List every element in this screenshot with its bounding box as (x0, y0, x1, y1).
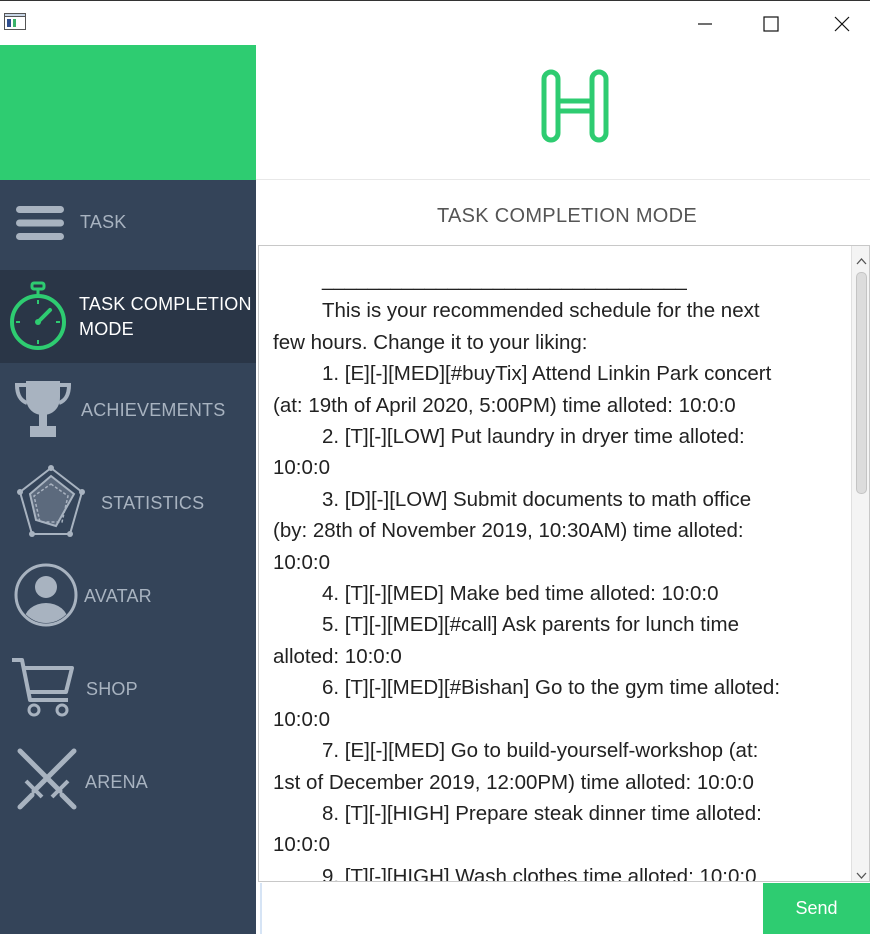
h-logo-icon (541, 69, 609, 148)
output-line-text: 5. [T][-][MED][#call] Ask parents for lu… (322, 613, 739, 637)
output-line-text: (at: 19th of April 2020, 5:00PM) time al… (273, 393, 736, 417)
page-title: TASK COMPLETION MODE (436, 205, 698, 227)
output-line: 10:0:0 (273, 452, 833, 483)
sidebar-item-avatar[interactable]: AVATAR (0, 549, 256, 642)
output-line: 4. [T][-][MED] Make bed time alloted: 10… (273, 578, 833, 609)
shopping-cart-icon (10, 654, 76, 720)
sidebar-item-achievements[interactable]: ACHIEVEMENTS (0, 363, 256, 456)
output-line: 8. [T][-][HIGH] Prepare steak dinner tim… (273, 798, 833, 829)
maximize-icon (763, 15, 779, 32)
output-line-text: 10:0:0 (273, 456, 330, 480)
output-line: 10:0:0 (273, 547, 833, 578)
close-button[interactable] (817, 1, 867, 46)
output-line: ________________________________ (273, 264, 833, 295)
output-line-text: 1. [E][-][MED][#buyTix] Attend Linkin Pa… (322, 362, 772, 386)
output-line-text: This is your recommended schedule for th… (322, 299, 760, 323)
output-panel[interactable]: ________________________________ This is … (258, 245, 870, 882)
trophy-icon (14, 379, 72, 439)
sidebar-item-task[interactable]: TASK (0, 180, 256, 265)
sidebar: TASK TASK COMPLETION MODE ACHIEVEMENTS S… (0, 45, 256, 934)
output-line-text: 10:0:0 (273, 707, 330, 731)
output-line: (at: 19th of April 2020, 5:00PM) time al… (273, 390, 833, 421)
logo-header (256, 45, 870, 180)
output-line: 10:0:0 (273, 829, 833, 860)
sidebar-item-label-line1: TASK COMPLETION (79, 294, 252, 314)
sidebar-item-arena[interactable]: ARENA (0, 735, 256, 828)
close-icon (834, 16, 850, 31)
command-input[interactable] (260, 883, 763, 934)
maximize-button[interactable] (746, 1, 796, 46)
output-line-text: ________________________________ (322, 268, 687, 291)
output-line-text: 7. [E][-][MED] Go to build-yourself-work… (322, 739, 759, 763)
sidebar-item-label: ARENA (85, 772, 149, 792)
output-line: 1st of December 2019, 12:00PM) time allo… (273, 767, 833, 798)
minimize-button[interactable] (680, 1, 730, 46)
output-line: 3. [D][-][LOW] Submit documents to math … (273, 484, 833, 515)
output-line-text: 2. [T][-][LOW] Put laundry in dryer time… (322, 425, 745, 449)
user-avatar-icon (14, 563, 78, 627)
scroll-up-arrow-icon[interactable] (856, 252, 867, 265)
output-line-text: 4. [T][-][MED] Make bed time alloted: 10… (322, 582, 719, 606)
output-line: alloted: 10:0:0 (273, 641, 833, 672)
send-button[interactable]: Send (763, 883, 870, 934)
sidebar-item-shop[interactable]: SHOP (0, 642, 256, 735)
output-line: 6. [T][-][MED][#Bishan] Go to the gym ti… (273, 672, 833, 703)
output-line: 9. [T][-][HIGH] Wash clothes time allote… (273, 861, 833, 882)
main-panel: TASK COMPLETION MODE ___________________… (256, 45, 870, 934)
sidebar-item-label: TASK (80, 212, 127, 232)
output-line: few hours. Change it to your liking: (273, 327, 833, 358)
output-line: 1. [E][-][MED][#buyTix] Attend Linkin Pa… (273, 358, 833, 389)
output-line: This is your recommended schedule for th… (273, 295, 833, 326)
title-bar (0, 0, 870, 45)
output-line-text: 9. [T][-][HIGH] Wash clothes time allote… (322, 864, 757, 882)
hamburger-menu-icon (15, 205, 65, 241)
output-line-text: 3. [D][-][LOW] Submit documents to math … (322, 487, 752, 511)
sidebar-item-label: SHOP (86, 679, 138, 699)
sidebar-item-label: AVATAR (84, 586, 152, 606)
output-line: (by: 28th of November 2019, 10:30AM) tim… (273, 515, 833, 546)
sidebar-item-label: STATISTICS (101, 493, 205, 513)
minimize-icon (698, 22, 712, 25)
scrollbar-thumb[interactable] (856, 272, 867, 494)
sidebar-header-banner (0, 45, 256, 180)
output-line-text: 10:0:0 (273, 550, 330, 574)
output-line-text: 8. [T][-][HIGH] Prepare steak dinner tim… (322, 801, 762, 825)
sidebar-item-label: ACHIEVEMENTS (81, 400, 226, 420)
sidebar-item-label-line2: MODE (79, 319, 134, 339)
sidebar-item-task-completion-mode[interactable]: TASK COMPLETION MODE (0, 270, 256, 363)
vertical-scrollbar[interactable] (851, 246, 869, 881)
output-line: 10:0:0 (273, 704, 833, 735)
radar-chart-icon (16, 464, 86, 540)
sidebar-item-statistics[interactable]: STATISTICS (0, 456, 256, 549)
output-line-text: 6. [T][-][MED][#Bishan] Go to the gym ti… (322, 676, 781, 700)
output-line-text: (by: 28th of November 2019, 10:30AM) tim… (273, 519, 744, 543)
stopwatch-icon (8, 280, 68, 352)
app-window-icon (4, 13, 26, 30)
output-line-text: few hours. Change it to your liking: (273, 330, 588, 354)
output-line: 2. [T][-][LOW] Put laundry in dryer time… (273, 421, 833, 452)
crossed-swords-icon (14, 747, 80, 813)
output-line: 5. [T][-][MED][#call] Ask parents for lu… (273, 609, 833, 640)
output-line-text: 10:0:0 (273, 833, 330, 857)
output-text: ________________________________ This is … (273, 264, 833, 882)
output-line: 7. [E][-][MED] Go to build-yourself-work… (273, 735, 833, 766)
output-line-text: 1st of December 2019, 12:00PM) time allo… (273, 770, 754, 794)
scroll-down-arrow-icon[interactable] (856, 867, 867, 879)
output-line-text: alloted: 10:0:0 (273, 644, 402, 668)
